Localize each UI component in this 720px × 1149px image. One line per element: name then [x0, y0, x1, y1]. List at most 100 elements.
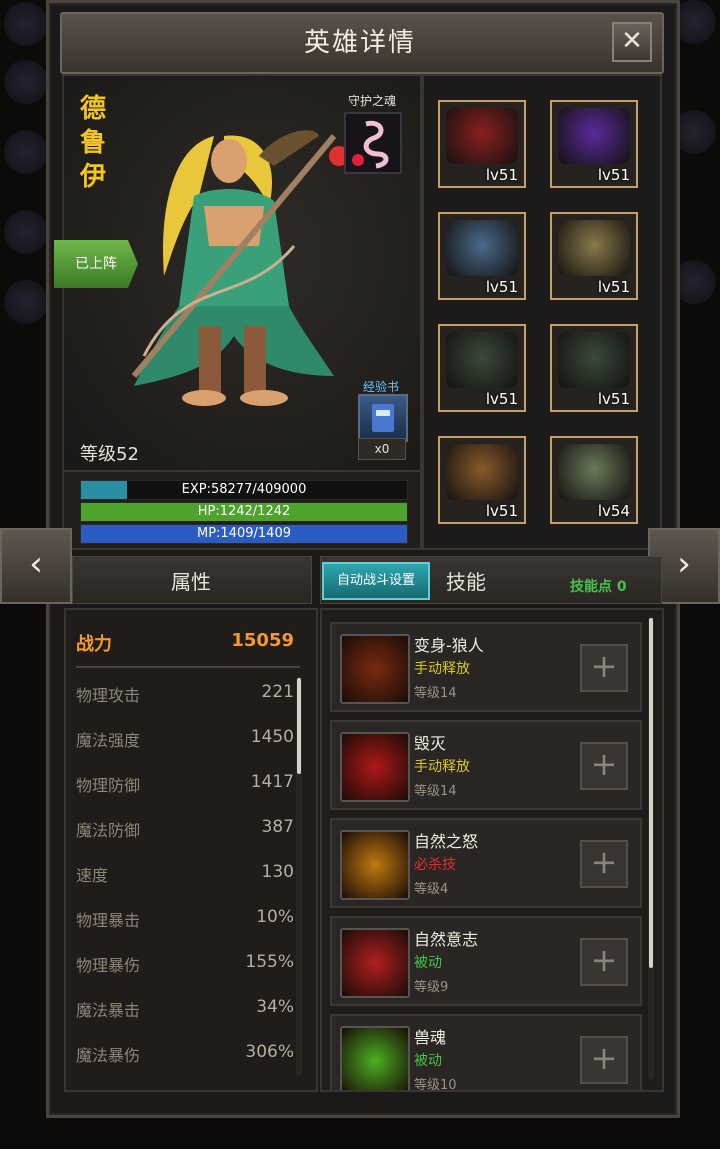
ring-icon [558, 332, 630, 388]
close-icon: ✕ [621, 26, 643, 56]
plus-icon: + [590, 1039, 618, 1077]
attribute-value: 221 [261, 682, 294, 702]
plus-icon: + [590, 843, 618, 881]
close-button[interactable]: ✕ [612, 22, 652, 62]
equipment-slot[interactable]: lv51 [550, 324, 638, 412]
skill-item[interactable]: 毁灭 手动释放 等级14 + [330, 720, 642, 810]
skill-name: 自然之怒 [414, 832, 479, 851]
skill-type: 必杀技 [414, 857, 456, 873]
power-row: 战力 15059 [76, 630, 294, 660]
equipment-slot[interactable]: lv51 [550, 100, 638, 188]
helmet-icon [446, 108, 518, 164]
attribute-label: 魔法暴伤 [76, 1046, 141, 1065]
skills-title: 技能 [446, 570, 486, 594]
skill-type: 被动 [414, 955, 442, 971]
exp-book-button[interactable] [358, 394, 408, 442]
upgrade-skill-button[interactable]: + [580, 644, 628, 692]
skill-type: 被动 [414, 1053, 442, 1069]
skill-item[interactable]: 兽魂 被动 等级10 + [330, 1014, 642, 1090]
auto-battle-settings-button[interactable]: 自动战斗设置 [322, 562, 430, 600]
hp-text: HP:1242/1242 [197, 504, 291, 519]
paw-icon [340, 928, 410, 998]
skill-item[interactable]: 自然意志 被动 等级9 + [330, 916, 642, 1006]
attribute-label: 物理攻击 [76, 686, 141, 705]
equipment-level: lv51 [597, 390, 630, 408]
skill-item[interactable]: 自然之怒 必杀技 等级4 + [330, 818, 642, 908]
attribute-row: 魔法暴击 34% [76, 997, 294, 1027]
attribute-label: 魔法防御 [76, 821, 141, 840]
book-icon [372, 404, 394, 432]
skill-name: 变身-狼人 [414, 636, 484, 655]
plus-icon: + [590, 745, 618, 783]
upgrade-skill-button[interactable]: + [580, 938, 628, 986]
upgrade-skill-button[interactable]: + [580, 742, 628, 790]
skill-level: 等级14 [414, 784, 457, 799]
attribute-label: 魔法暴击 [76, 1001, 141, 1020]
page-title: 英雄详情 [303, 28, 416, 58]
attribute-value: 1417 [250, 772, 294, 792]
equipment-slot[interactable]: lv51 [438, 324, 526, 412]
exp-bar: EXP:58277/409000 [80, 480, 408, 500]
mp-text: MP:1409/1409 [197, 526, 291, 541]
attribute-value: 130 [261, 862, 294, 882]
skill-name: 毁灭 [414, 734, 447, 753]
plus-icon: + [590, 941, 618, 979]
shoulder-icon [558, 220, 630, 276]
attribute-row: 物理暴击 10% [76, 907, 294, 937]
background-portrait [4, 2, 48, 46]
skill-level: 等级4 [414, 882, 449, 897]
hero-name: 德鲁伊 [80, 94, 107, 192]
attribute-label: 物理暴击 [76, 911, 141, 930]
horn-icon [446, 444, 518, 500]
background-portrait [4, 60, 48, 104]
deployed-badge: 已上阵 [54, 240, 138, 288]
skill-name: 自然意志 [414, 930, 479, 949]
skill-level: 等级14 [414, 686, 457, 701]
boot-icon [558, 444, 630, 500]
equipment-level: lv51 [485, 278, 518, 296]
attribute-value: 155% [245, 952, 294, 972]
equipment-slot[interactable]: lv51 [438, 212, 526, 300]
skill-points: 技能点 0 [570, 579, 627, 595]
skill-level: 等级9 [414, 980, 449, 995]
ring-icon [446, 332, 518, 388]
werewolf-icon [340, 634, 410, 704]
equipment-level: lv51 [485, 390, 518, 408]
hero-level: 等级52 [80, 444, 139, 465]
spirit-icon [340, 1026, 410, 1090]
equipment-level: lv51 [485, 502, 518, 520]
fire-icon [340, 830, 410, 900]
guard-soul-slot[interactable] [344, 112, 402, 174]
equipment-grid: lv51 lv51 lv51 lv51 lv51 lv51 lv51 lv54 [422, 74, 662, 550]
attribute-value: 1450 [250, 727, 294, 747]
prev-hero-button[interactable]: ‹ [0, 528, 72, 604]
attributes-scrollbar-thumb[interactable] [297, 678, 301, 774]
armor-icon [446, 220, 518, 276]
equipment-slot[interactable]: lv51 [550, 212, 638, 300]
mp-bar: MP:1409/1409 [80, 524, 408, 544]
exp-book-label: 经验书 [362, 380, 399, 394]
power-value: 15059 [231, 630, 294, 651]
equipment-slot[interactable]: lv54 [550, 436, 638, 524]
skill-name: 兽魂 [414, 1028, 447, 1047]
guard-soul-label: 守护之魂 [347, 94, 396, 108]
background-portrait [4, 210, 48, 254]
chevron-left-icon: ‹ [29, 544, 43, 584]
upgrade-skill-button[interactable]: + [580, 840, 628, 888]
skill-item[interactable]: 变身-狼人 手动释放 等级14 + [330, 622, 642, 712]
attribute-value: 34% [256, 997, 294, 1017]
attribute-row: 魔法防御 387 [76, 817, 294, 847]
equipment-level: lv51 [597, 166, 630, 184]
upgrade-skill-button[interactable]: + [580, 1036, 628, 1084]
attribute-row: 魔法暴伤 306% [76, 1042, 294, 1072]
attribute-row: 物理攻击 221 [76, 682, 294, 712]
equipment-slot[interactable]: lv51 [438, 436, 526, 524]
attribute-value: 10% [256, 907, 294, 927]
divider [76, 666, 300, 668]
claw-icon [340, 732, 410, 802]
stats-bars: EXP:58277/409000 HP:1242/1242 MP:1409/14… [62, 470, 422, 550]
skills-scrollbar-thumb[interactable] [649, 618, 653, 968]
equipment-slot[interactable]: lv51 [438, 100, 526, 188]
attribute-label: 物理防御 [76, 776, 141, 795]
plus-icon: + [590, 647, 618, 685]
